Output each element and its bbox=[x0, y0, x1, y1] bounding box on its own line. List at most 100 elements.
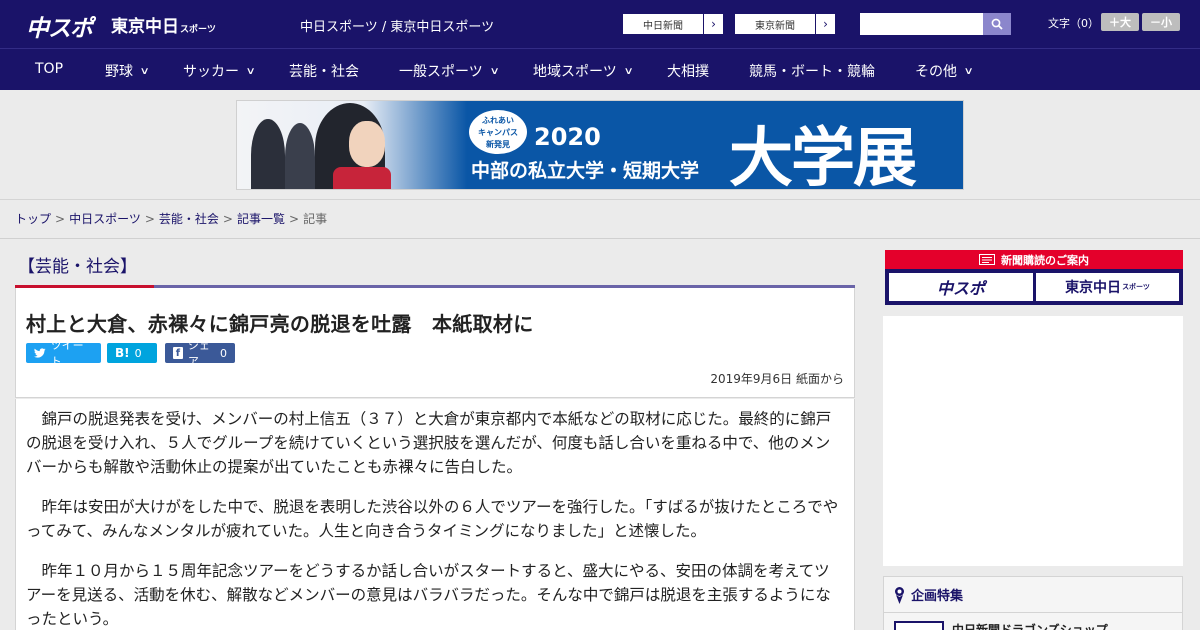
subscription-header-label: 新聞購読のご案内 bbox=[1001, 253, 1089, 267]
feature-thumbnail bbox=[894, 621, 944, 630]
ad-placeholder bbox=[883, 316, 1183, 566]
facebook-share-button[interactable]: f シェア 0 bbox=[165, 339, 235, 368]
breadcrumb-entertainment[interactable]: 芸能・社会 bbox=[159, 212, 219, 226]
chevron-down-icon: ∨ bbox=[139, 65, 150, 77]
nav-item-label: 地域スポーツ bbox=[533, 64, 617, 80]
banner-person-ribbon bbox=[333, 167, 391, 189]
font-size-decrease-button[interactable]: －小 bbox=[1142, 13, 1180, 31]
logo-chuspo[interactable]: 中スポ bbox=[26, 9, 93, 43]
tweet-button[interactable]: ツイート bbox=[26, 339, 101, 368]
nav-item-label: 競馬・ボート・競輪 bbox=[749, 64, 875, 80]
subscribe-tokyo-chunichi-link[interactable]: 東京中日 スポーツ bbox=[1036, 273, 1179, 301]
banner-area: ふれあい キャンパス 新発見 2020 中部の私立大学・短期大学 大学展 bbox=[0, 90, 1200, 200]
nav-item-local-sports[interactable]: 地域スポーツ ∨ bbox=[533, 61, 634, 81]
nav-item-general-sports[interactable]: 一般スポーツ ∨ bbox=[399, 61, 500, 81]
banner-person bbox=[285, 123, 315, 189]
banner-person bbox=[251, 119, 285, 189]
chunichi-shimbun-link[interactable]: 中日新聞 › bbox=[622, 13, 724, 35]
chevron-down-icon: ∨ bbox=[245, 65, 256, 77]
logo-tokyo-small: スポーツ bbox=[180, 25, 216, 35]
feature-box: 企画特集 中日新聞ドラゴンズショップ bbox=[883, 576, 1183, 630]
article-paragraph: 昨年１０月から１５周年記念ツアーをどうするか話し合いがスタートすると、盛大にやる… bbox=[26, 562, 831, 628]
twitter-icon bbox=[34, 348, 46, 358]
nav-item-label: 一般スポーツ bbox=[399, 64, 483, 80]
breadcrumb-separator: > bbox=[222, 212, 233, 226]
badge-line: 新発見 bbox=[486, 140, 510, 149]
tokyo-shimbun-link[interactable]: 東京新聞 › bbox=[734, 13, 836, 35]
banner-person-face bbox=[349, 121, 385, 167]
banner-big-text: 大学展 bbox=[729, 122, 917, 190]
facebook-count: 0 bbox=[220, 346, 227, 360]
feature-title-label: 企画特集 bbox=[911, 589, 964, 604]
logo-tokyo-chunichi[interactable]: 東京中日スポーツ bbox=[111, 12, 216, 37]
feature-item-label: 中日新聞ドラゴンズショップ bbox=[952, 623, 1108, 630]
divider bbox=[0, 238, 1200, 239]
font-size-label: 文字（0） bbox=[1048, 17, 1099, 30]
nav-item-label: その他 bbox=[915, 64, 957, 80]
university-fair-banner[interactable]: ふれあい キャンパス 新発見 2020 中部の私立大学・短期大学 大学展 bbox=[236, 100, 964, 190]
nav-item-label: 大相撲 bbox=[667, 64, 709, 80]
logo-tokyo-text: 東京中日 bbox=[111, 17, 179, 37]
breadcrumb-separator: > bbox=[289, 212, 300, 226]
article-body: 錦戸の脱退発表を受け、メンバーの村上信五（３７）と大倉が東京都内で本紙などの取材… bbox=[15, 399, 855, 630]
ribbon-icon bbox=[895, 586, 904, 604]
nav-item-top[interactable]: TOP bbox=[35, 61, 63, 77]
nav-item-label: サッカー bbox=[183, 64, 239, 80]
banner-subtitle: 中部の私立大学・短期大学 bbox=[471, 160, 700, 182]
chevron-right-icon: › bbox=[815, 14, 835, 34]
breadcrumb-article-list[interactable]: 記事一覧 bbox=[237, 212, 285, 226]
site-name: 中日スポーツ / 東京中日スポーツ bbox=[300, 20, 495, 35]
nav-item-sumo[interactable]: 大相撲 bbox=[667, 61, 709, 81]
article-title: 村上と大倉、赤裸々に錦戸亮の脱退を吐露 本紙取材に bbox=[26, 312, 534, 336]
article-paragraph: 錦戸の脱退発表を受け、メンバーの村上信五（３７）と大倉が東京都内で本紙などの取材… bbox=[26, 410, 832, 476]
hatena-icon: B! bbox=[115, 346, 130, 360]
chevron-down-icon: ∨ bbox=[489, 65, 500, 77]
nav-item-other[interactable]: その他 ∨ bbox=[915, 61, 974, 81]
breadcrumb: トップ > 中日スポーツ > 芸能・社会 > 記事一覧 > 記事 bbox=[15, 210, 327, 227]
nav-item-baseball[interactable]: 野球 ∨ bbox=[105, 61, 150, 81]
facebook-icon: f bbox=[173, 347, 183, 359]
divider bbox=[884, 612, 1182, 613]
badge-line: ふれあい bbox=[482, 116, 514, 125]
ext-link-label: 中日新聞 bbox=[643, 20, 683, 32]
fureai-campus-badge: ふれあい キャンパス 新発見 bbox=[469, 110, 527, 154]
search-icon bbox=[991, 18, 1003, 30]
ext-link-label: 東京新聞 bbox=[755, 20, 795, 32]
nav-item-soccer[interactable]: サッカー ∨ bbox=[183, 61, 256, 81]
font-size-increase-button[interactable]: ＋大 bbox=[1101, 13, 1139, 31]
top-header: 中スポ 東京中日スポーツ 中日スポーツ / 東京中日スポーツ 中日新聞 › 東京… bbox=[0, 0, 1200, 48]
subscribe-chuspo-link[interactable]: 中スポ bbox=[889, 273, 1033, 301]
article-date: 2019年9月6日 紙面から bbox=[710, 372, 844, 386]
breadcrumb-current: 記事 bbox=[303, 212, 328, 226]
chevron-down-icon: ∨ bbox=[623, 65, 634, 77]
tweet-label: ツイート bbox=[50, 339, 84, 368]
feature-item[interactable]: 中日新聞ドラゴンズショップ bbox=[894, 621, 1108, 630]
nav-item-label: 野球 bbox=[105, 64, 133, 80]
subscription-header: 新聞購読のご案内 bbox=[885, 250, 1183, 269]
main-nav: TOP 野球 ∨ サッカー ∨ 芸能・社会 一般スポーツ ∨ 地域スポーツ ∨ 大相撲 … bbox=[0, 48, 1200, 90]
chevron-down-icon: ∨ bbox=[963, 65, 974, 77]
subscribe-link-label: 東京中日 bbox=[1065, 280, 1122, 296]
hatena-count: 0 bbox=[134, 346, 142, 360]
article-paragraph: 昨年は安田が大けがをした中で、脱退を表明した渋谷以外の６人でツアーを強行した。「… bbox=[26, 498, 839, 540]
article-header: 村上と大倉、赤裸々に錦戸亮の脱退を吐露 本紙取材に ツイート B! 0 f シェ… bbox=[15, 288, 855, 398]
nav-item-label: 芸能・社会 bbox=[289, 64, 359, 80]
subscribe-link-small: スポーツ bbox=[1122, 283, 1150, 291]
facebook-label: シェア bbox=[187, 339, 210, 368]
breadcrumb-separator: > bbox=[144, 212, 155, 226]
banner-year: 2020 bbox=[534, 123, 601, 151]
chevron-right-icon: › bbox=[703, 14, 723, 34]
hatena-bookmark-button[interactable]: B! 0 bbox=[107, 343, 157, 363]
search-input[interactable] bbox=[860, 13, 983, 35]
breadcrumb-separator: > bbox=[55, 212, 66, 226]
banner-photo bbox=[237, 101, 467, 189]
nav-item-racing[interactable]: 競馬・ボート・競輪 bbox=[749, 61, 875, 81]
feature-title: 企画特集 bbox=[894, 585, 963, 604]
newspaper-icon bbox=[979, 254, 995, 265]
search-button[interactable] bbox=[983, 13, 1011, 35]
nav-item-label: TOP bbox=[35, 61, 64, 77]
article-category: 【芸能・社会】 bbox=[18, 257, 137, 277]
nav-item-entertainment[interactable]: 芸能・社会 bbox=[289, 61, 359, 81]
breadcrumb-chunichi-sports[interactable]: 中日スポーツ bbox=[69, 212, 141, 226]
breadcrumb-top[interactable]: トップ bbox=[15, 212, 51, 226]
